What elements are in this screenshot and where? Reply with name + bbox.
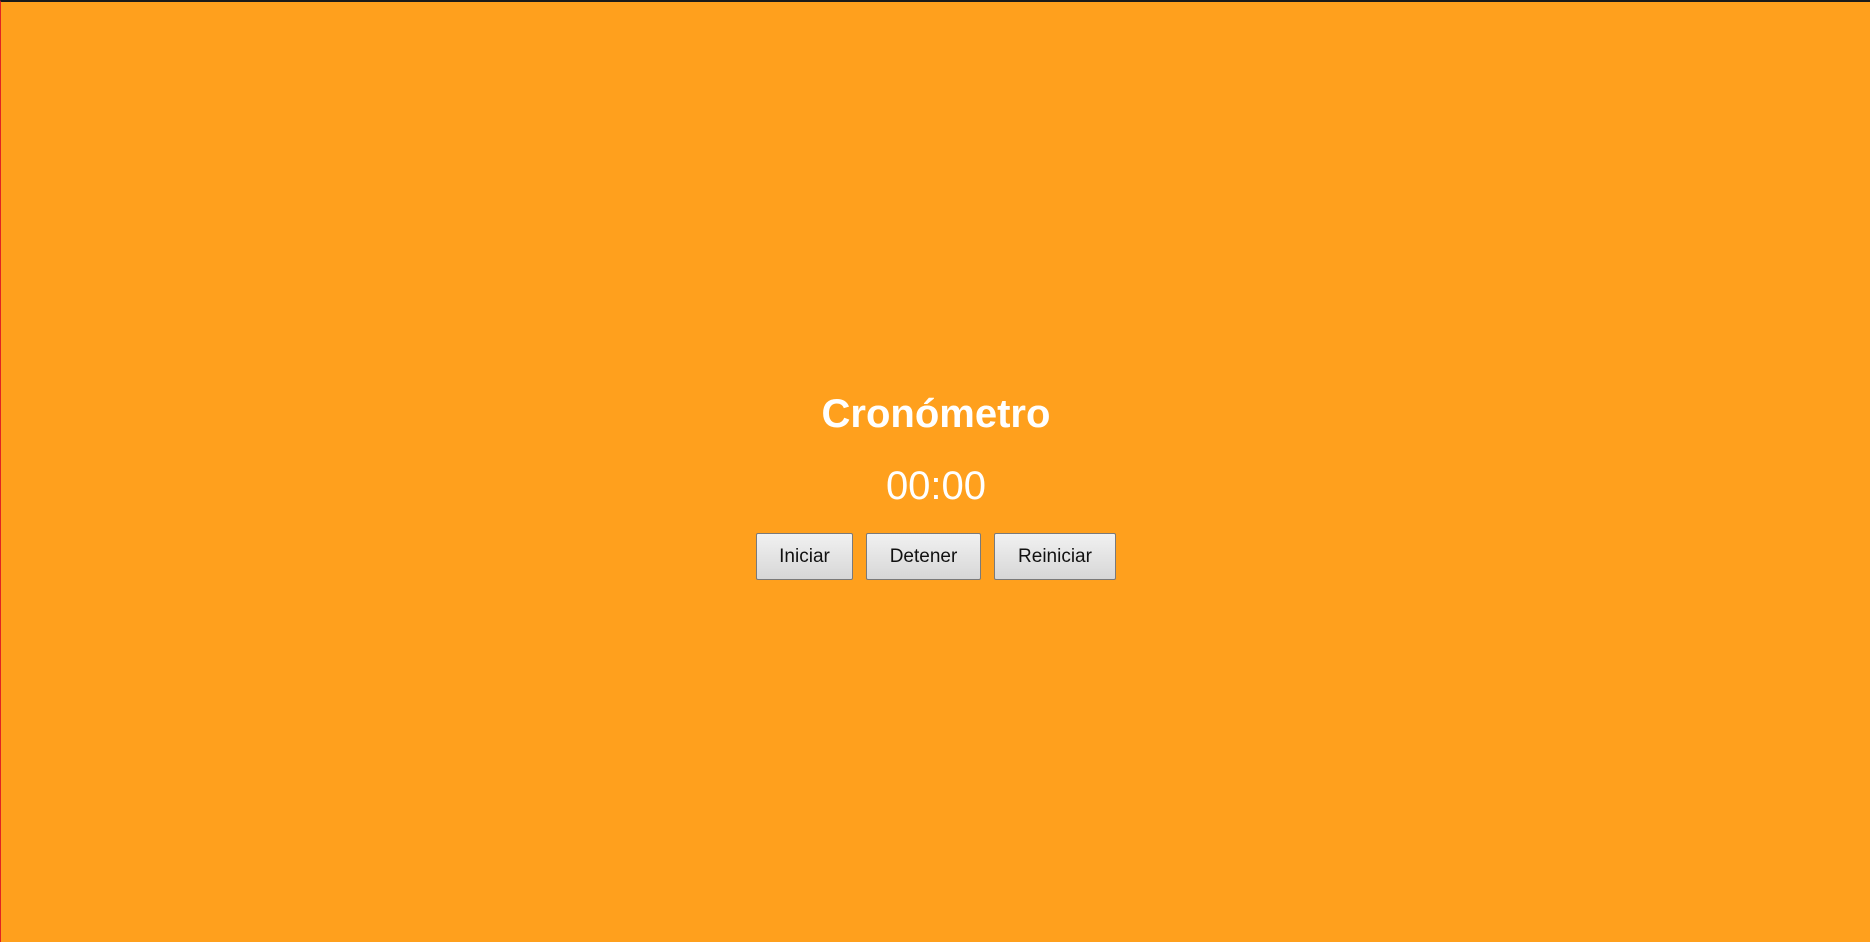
stop-button[interactable]: Detener	[866, 533, 981, 580]
reset-button[interactable]: Reiniciar	[994, 533, 1116, 580]
page-title: Cronómetro	[821, 392, 1051, 436]
control-buttons: Iniciar Detener Reiniciar	[1, 533, 1870, 580]
app-viewport: Cronómetro 00:00 Iniciar Detener Reinici…	[0, 0, 1870, 942]
start-button[interactable]: Iniciar	[756, 533, 853, 580]
stopwatch-container: Cronómetro 00:00 Iniciar Detener Reinici…	[1, 2, 1870, 942]
time-display: 00:00	[885, 464, 987, 508]
